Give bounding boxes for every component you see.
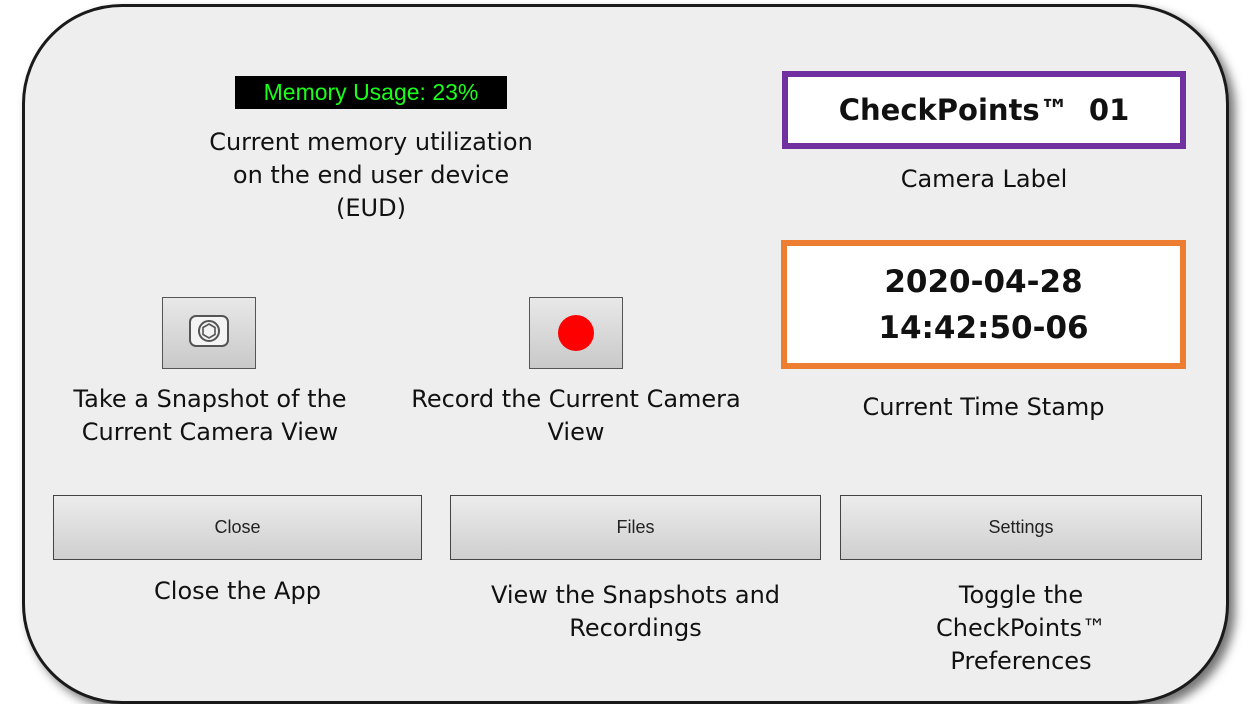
timestamp-box: 2020-04-28 14:42:50-06 — [781, 240, 1186, 369]
timestamp-caption: Current Time Stamp — [862, 393, 1105, 421]
memory-usage-badge: Memory Usage: 23% — [235, 76, 507, 109]
settings-button[interactable]: Settings — [840, 495, 1202, 560]
camera-icon — [188, 314, 230, 353]
files-caption: View the Snapshots and Recordings — [490, 581, 781, 642]
camera-label-text: CheckPoints™ 01 — [838, 93, 1130, 127]
camera-label-box: CheckPoints™ 01 — [782, 71, 1186, 149]
memory-usage-caption: Current memory utilization on the end us… — [209, 128, 533, 222]
record-button[interactable] — [529, 297, 623, 369]
close-button[interactable]: Close — [53, 495, 422, 560]
files-button[interactable]: Files — [450, 495, 821, 560]
timestamp-time: 14:42:50-06 — [878, 309, 1089, 346]
record-caption: Record the Current Camera View — [411, 385, 741, 446]
camera-label-caption: Camera Label — [900, 165, 1068, 193]
settings-caption: Toggle the CheckPoints™ Preferences — [936, 581, 1106, 675]
record-icon — [558, 315, 594, 351]
close-caption: Close the App — [154, 577, 321, 605]
timestamp-date: 2020-04-28 — [884, 263, 1083, 300]
snapshot-button[interactable] — [162, 297, 256, 369]
snapshot-caption: Take a Snapshot of the Current Camera Vi… — [73, 385, 347, 446]
